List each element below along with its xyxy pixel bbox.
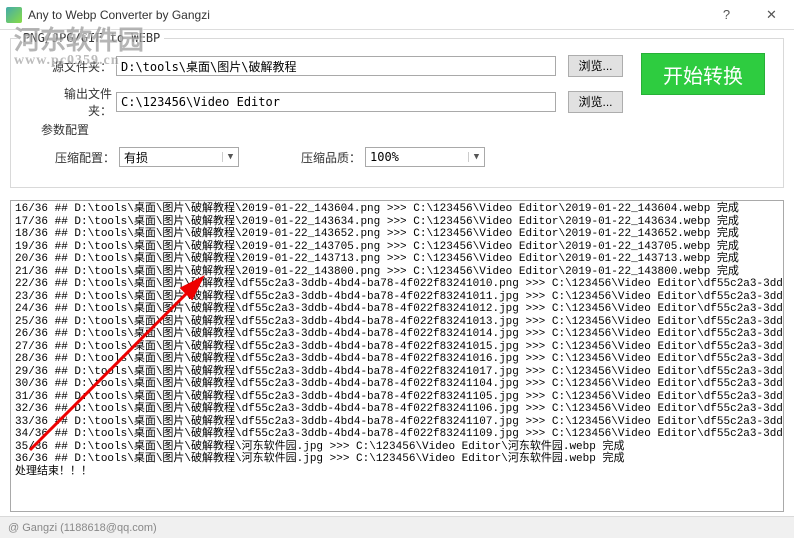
source-folder-label: 源文件夹： [41,58,116,75]
compress-mode-value: 有损 [124,149,148,166]
config-label: 参数配置 [41,121,89,138]
app-icon [6,7,22,23]
compress-mode-label: 压缩配置： [55,149,119,166]
group-title: PNG/JPG/GIF to WEBP [19,31,164,45]
titlebar: Any to Webp Converter by Gangzi ? ✕ [0,0,794,30]
log-output[interactable]: 16/36 ## D:\tools\桌面\图片\破解教程\2019-01-22_… [10,200,784,512]
settings-group: PNG/JPG/GIF to WEBP 源文件夹： 浏览... 输出文件夹： 浏… [10,38,784,188]
compress-quality-combo[interactable]: 100% ▼ [365,147,485,167]
compress-mode-combo[interactable]: 有损 ▼ [119,147,239,167]
close-button[interactable]: ✕ [749,0,794,29]
status-bar: @ Gangzi (1188618@qq.com) [0,516,794,538]
status-text: @ Gangzi (1188618@qq.com) [8,522,157,534]
source-browse-button[interactable]: 浏览... [568,55,623,77]
start-convert-button[interactable]: 开始转换 [641,53,765,95]
source-folder-input[interactable] [116,56,556,76]
output-browse-button[interactable]: 浏览... [568,91,623,113]
output-folder-input[interactable] [116,92,556,112]
output-folder-label: 输出文件夹： [41,85,116,119]
help-button[interactable]: ? [704,0,749,29]
compress-quality-value: 100% [370,150,399,164]
chevron-down-icon: ▼ [222,152,238,162]
chevron-down-icon: ▼ [468,152,484,162]
compress-quality-label: 压缩品质： [301,149,365,166]
window-title: Any to Webp Converter by Gangzi [28,8,704,22]
